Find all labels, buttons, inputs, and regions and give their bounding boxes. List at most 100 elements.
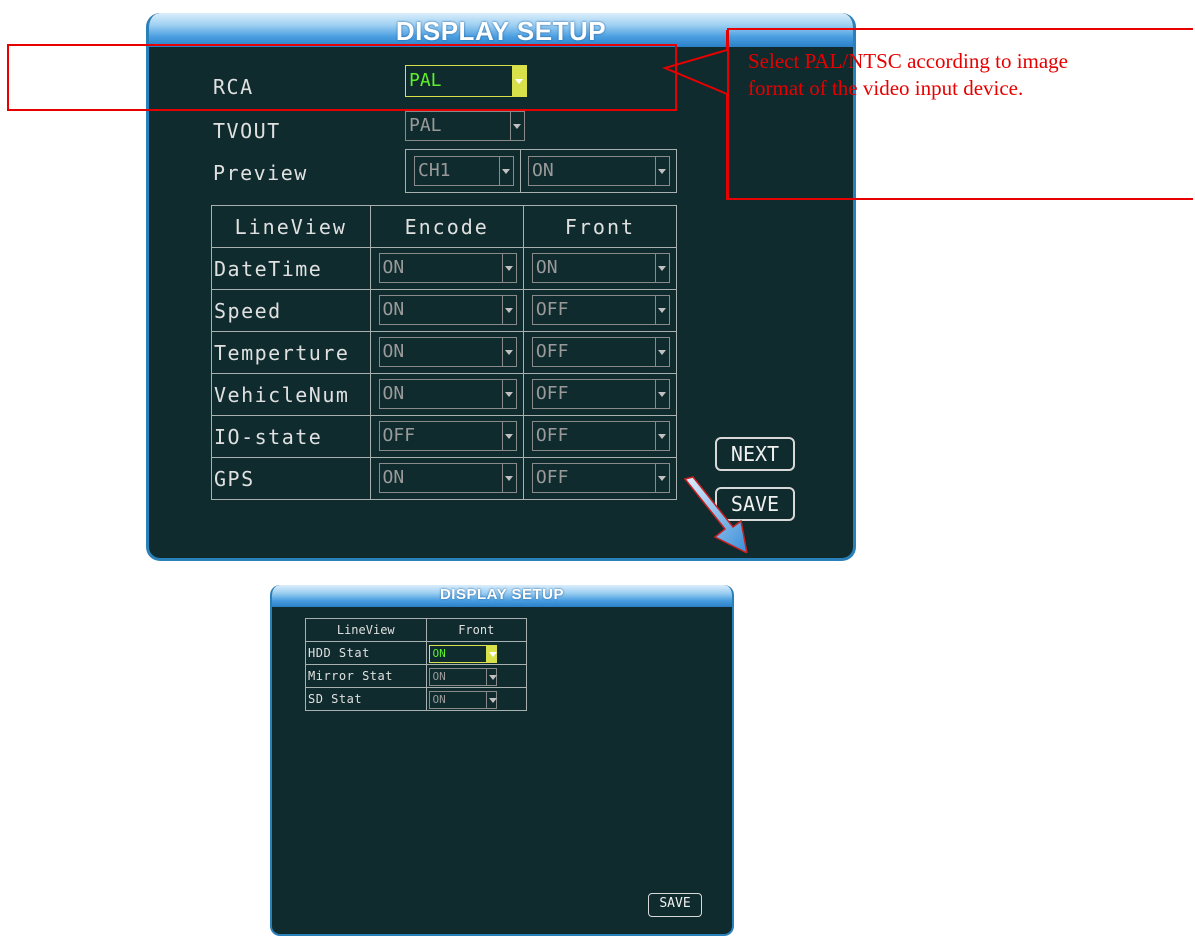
front-select[interactable]: OFF [531, 421, 670, 451]
lineview-header: LineView [211, 205, 371, 248]
display-setup-panel-2: DISPLAY SETUP LineView Front HDD Stat ON M… [270, 585, 734, 936]
save-button[interactable]: SAVE [648, 893, 702, 917]
lineview-table: LineView Encode Front DateTime ON ON Speed O… [211, 205, 678, 500]
panel-title: DISPLAY SETUP [439, 586, 565, 603]
chevron-down-icon[interactable] [501, 380, 516, 408]
front-value: OFF [535, 383, 569, 404]
encode-cell: ON [369, 457, 524, 500]
table-row: Mirror Stat ON [305, 664, 527, 688]
tvout-label: TVOUT [213, 119, 281, 143]
row-label: GPS [211, 457, 371, 500]
pointer-arrow-icon [683, 476, 748, 553]
chevron-down-icon[interactable] [485, 669, 497, 685]
front-select[interactable]: OFF [531, 379, 670, 409]
table-row: IO-state OFF OFF [211, 415, 678, 458]
divider [520, 150, 521, 192]
preview-label: Preview [213, 161, 308, 185]
row-label: DateTime [211, 247, 371, 290]
encode-cell: OFF [369, 415, 524, 458]
front-value: ON [432, 647, 446, 660]
chevron-down-icon[interactable] [510, 112, 524, 140]
chevron-down-icon[interactable] [654, 296, 669, 324]
front-select[interactable]: OFF [531, 463, 670, 493]
row-label: SD Stat [305, 687, 427, 711]
chevron-down-icon[interactable] [501, 464, 516, 492]
front-header: Front [425, 618, 527, 642]
chevron-down-icon[interactable] [501, 296, 516, 324]
chevron-down-icon[interactable] [654, 422, 669, 450]
table-header-row: LineView Encode Front [211, 205, 678, 248]
front-cell: OFF [522, 415, 678, 458]
row-label: IO-state [211, 415, 371, 458]
panel-title: DISPLAY SETUP [395, 16, 607, 46]
annotation-text-line1: Select PAL/NTSC according to image [748, 49, 1069, 73]
lineview-table-2: LineView Front HDD Stat ON Mirror Stat ON SD… [305, 618, 527, 711]
row-label: Speed [211, 289, 371, 332]
front-cell: ON [522, 247, 678, 290]
front-cell: ON [425, 664, 527, 688]
encode-cell: ON [369, 331, 524, 374]
front-select[interactable]: OFF [531, 295, 670, 325]
encode-value: OFF [382, 425, 416, 446]
rca-highlight-box [7, 44, 677, 111]
front-value: ON [432, 693, 446, 706]
chevron-down-icon[interactable] [501, 254, 516, 282]
preview-select-group: CH1 ON [405, 149, 677, 193]
front-value: OFF [535, 467, 569, 488]
front-value: ON [535, 257, 558, 278]
encode-select[interactable]: ON [378, 463, 517, 493]
front-value: ON [432, 670, 446, 683]
tvout-value: PAL [409, 115, 442, 136]
preview-channel-select[interactable]: CH1 [414, 156, 514, 186]
encode-value: ON [382, 257, 405, 278]
front-select[interactable]: OFF [531, 337, 670, 367]
front-cell: OFF [522, 331, 678, 374]
encode-select[interactable]: ON [378, 295, 517, 325]
table-row: SD Stat ON [305, 687, 527, 711]
front-select[interactable]: ON [428, 668, 497, 686]
preview-state-value: ON [532, 160, 554, 181]
chevron-down-icon[interactable] [485, 646, 497, 662]
preview-state-select[interactable]: ON [528, 156, 670, 186]
encode-cell: ON [369, 373, 524, 416]
lineview-header: LineView [305, 618, 427, 642]
front-select[interactable]: ON [428, 645, 497, 663]
encode-value: ON [382, 467, 405, 488]
table-row: DateTime ON ON [211, 247, 678, 290]
preview-channel-value: CH1 [418, 160, 451, 181]
callout-pointer [662, 30, 728, 200]
encode-cell: ON [369, 289, 524, 332]
encode-select[interactable]: ON [378, 337, 517, 367]
annotation-text-line2: format of the video input device. [748, 76, 1024, 100]
front-value: OFF [535, 341, 569, 362]
row-label: HDD Stat [305, 641, 427, 665]
next-button[interactable]: NEXT [715, 437, 795, 471]
front-header: Front [522, 205, 678, 248]
encode-select[interactable]: OFF [378, 421, 517, 451]
front-cell: OFF [522, 373, 678, 416]
encode-cell: ON [369, 247, 524, 290]
encode-header: Encode [369, 205, 524, 248]
encode-value: ON [382, 383, 405, 404]
front-value: OFF [535, 425, 569, 446]
encode-value: ON [382, 299, 405, 320]
row-label: Mirror Stat [305, 664, 427, 688]
encode-value: ON [382, 341, 405, 362]
chevron-down-icon[interactable] [499, 157, 513, 185]
tvout-select[interactable]: PAL [405, 111, 525, 141]
chevron-down-icon[interactable] [501, 422, 516, 450]
chevron-down-icon[interactable] [654, 338, 669, 366]
table-row: HDD Stat ON [305, 641, 527, 665]
row-label: Temperture [211, 331, 371, 374]
front-cell: ON [425, 641, 527, 665]
front-select[interactable]: ON [531, 253, 670, 283]
chevron-down-icon[interactable] [485, 692, 497, 708]
table-row: VehicleNum ON OFF [211, 373, 678, 416]
chevron-down-icon[interactable] [654, 380, 669, 408]
front-select[interactable]: ON [428, 691, 497, 709]
encode-select[interactable]: ON [378, 379, 517, 409]
chevron-down-icon[interactable] [501, 338, 516, 366]
chevron-down-icon[interactable] [654, 254, 669, 282]
chevron-down-icon[interactable] [654, 464, 669, 492]
encode-select[interactable]: ON [378, 253, 517, 283]
